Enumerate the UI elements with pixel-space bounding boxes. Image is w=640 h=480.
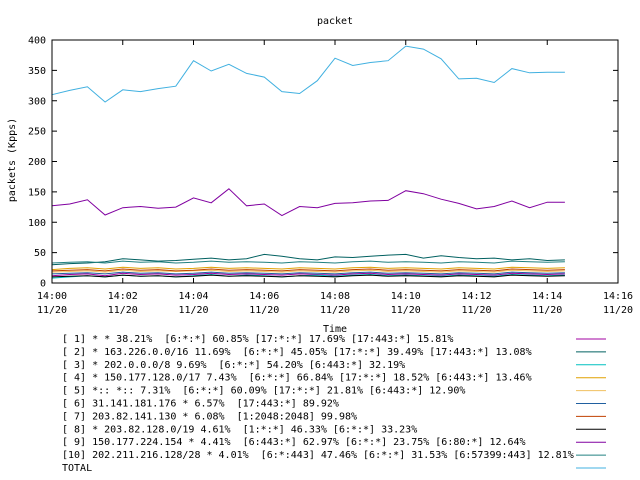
y-tick-label: 50 [34, 248, 46, 259]
x-tick-label-date: 11/20 [108, 305, 138, 316]
y-tick-label: 300 [28, 96, 46, 107]
y-tick-label: 200 [28, 157, 46, 168]
series-line-10 [51, 260, 565, 264]
series-line-11 [51, 45, 565, 103]
x-tick-label-time: 14:14 [532, 291, 562, 302]
y-tick-label: 250 [28, 127, 46, 138]
x-tick-label-time: 14:04 [178, 291, 208, 302]
legend-entry-10: [10] 202.211.216.128/28 * 4.01% [6:*:443… [62, 450, 574, 461]
series-lines [51, 45, 565, 279]
x-tick-label-time: 14:00 [37, 291, 67, 302]
x-tick-label-date: 11/20 [178, 305, 208, 316]
legend-entry-5: [ 5] *:: *:: 7.31% [6:*:*] 60.09% [17:*:… [62, 386, 465, 397]
legend-entry-6: [ 6] 31.141.181.176 * 6.57% [17:443:*] 8… [62, 399, 339, 410]
x-tick-label-date: 11/20 [391, 305, 421, 316]
y-tick-label: 150 [28, 187, 46, 198]
x-tick-label-time: 14:10 [391, 291, 421, 302]
legend: [ 1] * * 38.21% [6:*:*] 60.85% [17:*:*] … [62, 334, 606, 474]
x-tick-label-date: 11/20 [461, 305, 491, 316]
x-tick-label-date: 11/20 [603, 305, 633, 316]
x-tick-label-date: 11/20 [532, 305, 562, 316]
x-tick-label-time: 14:16 [603, 291, 633, 302]
legend-entry-4: [ 4] * 150.177.128.0/17 7.43% [6:*:*] 66… [62, 373, 532, 384]
x-tick-label-date: 11/20 [37, 305, 67, 316]
series-line-9 [51, 188, 565, 217]
legend-entry-1: [ 1] * * 38.21% [6:*:*] 60.85% [17:*:*] … [62, 334, 453, 345]
x-tick-label-time: 14:02 [108, 291, 138, 302]
x-tick-label-date: 11/20 [320, 305, 350, 316]
legend-entry-8: [ 8] * 203.82.128.0/19 4.61% [1:*:*] 46.… [62, 424, 417, 435]
y-tick-label: 400 [28, 36, 46, 47]
y-axis-label: packets (Kpps) [7, 118, 18, 202]
legend-entry-2: [ 2] * 163.226.0.0/16 11.69% [6:*:*] 45.… [62, 347, 532, 358]
chart-title: packet [317, 16, 353, 27]
x-tick-label-time: 14:06 [249, 291, 279, 302]
x-tick-label-date: 11/20 [249, 305, 279, 316]
legend-entry-9: [ 9] 150.177.224.154 * 4.41% [6:443:*] 6… [62, 437, 526, 448]
y-tick-label: 350 [28, 66, 46, 77]
plot-frame [51, 39, 619, 284]
packet-chart: packet packets (Kpps) Time 0501001502002… [7, 16, 633, 474]
y-tick-label: 0 [40, 279, 46, 290]
legend-entry-11: TOTAL [62, 463, 92, 474]
legend-entry-7: [ 7] 203.82.141.130 * 6.08% [1:2048:2048… [62, 411, 357, 422]
legend-entry-3: [ 3] * 202.0.0.0/8 9.69% [6:*:*] 54.20% … [62, 360, 405, 371]
x-tick-label-time: 14:08 [320, 291, 350, 302]
x-tick-label-time: 14:12 [461, 291, 491, 302]
y-tick-label: 100 [28, 218, 46, 229]
